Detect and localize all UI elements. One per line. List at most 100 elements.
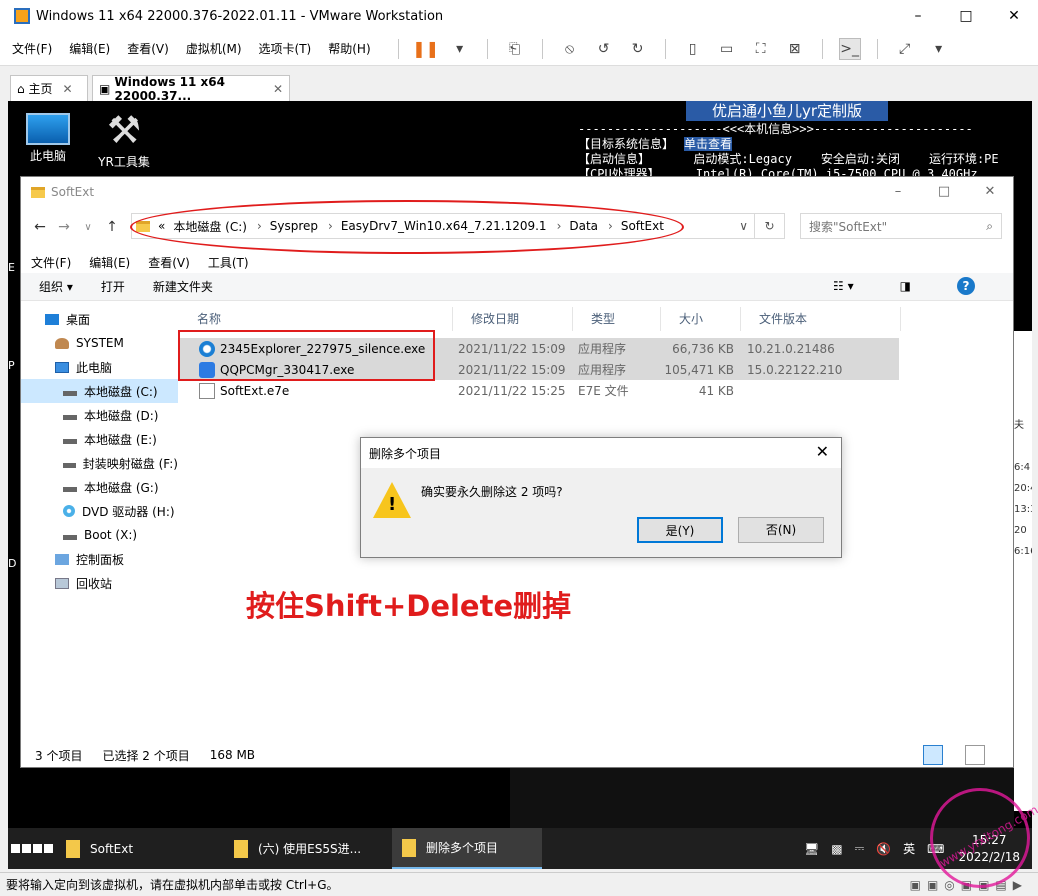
back-arrow-icon[interactable]: ← (31, 219, 49, 235)
nav-item-drive-x[interactable]: Boot (X:) (21, 523, 178, 547)
menu-file[interactable]: 文件(F) (31, 254, 71, 271)
background-window-strip: 夫 6:4 20:4 13:3 20 6:16 (1014, 331, 1032, 811)
desktop-icon-this-pc[interactable]: 此电脑 (8, 101, 88, 164)
menu-vm[interactable]: 虚拟机(M) (186, 40, 242, 57)
menu-view[interactable]: 查看(V) (148, 254, 190, 271)
no-button[interactable]: 否(N) (738, 517, 824, 543)
network-icon[interactable]: 🖥 (804, 842, 819, 856)
column-header-size[interactable]: 大小 (661, 307, 741, 331)
column-header-version[interactable]: 文件版本 (741, 307, 901, 331)
desktop-icon-yr-tools[interactable]: ⚒ YR工具集 (84, 101, 164, 170)
nav-item-drive-f[interactable]: 封装映射磁盘 (F:) (21, 451, 178, 475)
volume-muted-icon[interactable]: 🔇 (876, 842, 891, 856)
color-icon[interactable]: ▩ (831, 842, 842, 856)
menu-tabs[interactable]: 选项卡(T) (259, 40, 312, 57)
search-input[interactable]: 搜索"SoftExt" ⌕ (800, 213, 1002, 239)
taskbar-item-softext[interactable]: SoftExt (56, 828, 224, 869)
close-icon[interactable]: ✕ (816, 442, 829, 461)
view-target-system-link[interactable]: 单击查看 (684, 137, 733, 151)
nav-item-label: 本地磁盘 (G:) (84, 480, 159, 495)
recent-dropdown-icon[interactable]: ∨ (79, 222, 97, 233)
close-button[interactable]: ✕ (990, 0, 1038, 32)
menu-edit[interactable]: 编辑(E) (69, 40, 110, 57)
dropdown-arrow-icon[interactable]: ▾ (928, 38, 950, 60)
large-icons-view-icon[interactable] (965, 745, 985, 765)
revert-snapshot-icon[interactable]: ↺ (593, 38, 615, 60)
snapshot-disabled-icon[interactable]: ⦸ (559, 38, 581, 60)
ime-indicator[interactable]: 英 (903, 840, 915, 857)
nav-item-drive-d[interactable]: 本地磁盘 (D:) (21, 403, 178, 427)
refresh-icon[interactable]: ↻ (755, 213, 785, 239)
tab-windows11[interactable]: ▣ Windows 11 x64 22000.37... ✕ (92, 75, 290, 103)
vmware-tab-strip: ⌂ 主页 ✕ ▣ Windows 11 x64 22000.37... ✕ (0, 67, 1038, 103)
new-folder-button[interactable]: 新建文件夹 (153, 278, 213, 295)
column-header-type[interactable]: 类型 (573, 307, 661, 331)
maximize-button[interactable]: □ (942, 0, 990, 32)
drive-icon (63, 438, 77, 444)
search-icon[interactable]: ⌕ (986, 219, 993, 234)
nav-item-desktop[interactable]: 桌面 (21, 307, 178, 331)
strip-cell (1014, 331, 1032, 352)
open-button[interactable]: 打开 (101, 278, 125, 295)
up-arrow-icon[interactable]: ↑ (103, 219, 121, 235)
user-icon (55, 337, 69, 349)
close-icon[interactable]: ✕ (273, 82, 283, 96)
minimize-button[interactable]: – (875, 177, 921, 207)
organize-button[interactable]: 组织 ▾ (39, 278, 73, 295)
send-ctrl-alt-del-icon[interactable]: ⎗ (504, 38, 526, 60)
nav-item-drive-h[interactable]: DVD 驱动器 (H:) (21, 499, 178, 523)
maximize-button[interactable]: □ (921, 177, 967, 207)
taskbar-item-document[interactable]: (六) 使用ES5S进... (224, 828, 392, 869)
nav-item-drive-c[interactable]: 本地磁盘 (C:) (21, 379, 178, 403)
minimize-button[interactable]: – (894, 0, 942, 32)
file-type: E7E 文件 (578, 384, 629, 398)
chevron-down-icon[interactable]: ∨ (739, 219, 748, 233)
menu-help[interactable]: 帮助(H) (328, 40, 370, 57)
nav-item-control-panel[interactable]: 控制面板 (21, 547, 178, 571)
status-hint: 要将输入定向到该虚拟机，请在虚拟机内部单击或按 Ctrl+G。 (6, 878, 339, 892)
console-view-icon[interactable]: ▭ (716, 38, 738, 60)
close-button[interactable]: ✕ (967, 177, 1013, 207)
forward-arrow-icon[interactable]: → (55, 219, 73, 235)
file-date: 2021/11/22 15:09 (458, 362, 566, 377)
help-icon[interactable]: ? (957, 277, 975, 295)
preview-pane-icon[interactable]: ◨ (900, 279, 911, 293)
start-button[interactable] (8, 828, 56, 869)
file-size: 66,736 KB (672, 341, 734, 356)
table-row[interactable]: SoftExt.e7e 2021/11/22 15:25 E7E 文件 41 K… (179, 380, 899, 401)
column-header-name[interactable]: 名称 (179, 307, 453, 331)
menu-tools[interactable]: 工具(T) (208, 254, 249, 271)
drive-icon (63, 486, 77, 492)
yes-button[interactable]: 是(Y) (637, 517, 723, 543)
vm-icon: ▣ (99, 81, 115, 96)
fullscreen-icon[interactable]: ⛶ (750, 38, 772, 60)
details-view-icon[interactable] (923, 745, 943, 765)
nav-item-drive-g[interactable]: 本地磁盘 (G:) (21, 475, 178, 499)
column-header-date[interactable]: 修改日期 (453, 307, 573, 331)
pause-icon[interactable]: ❚❚ (412, 38, 439, 60)
file-type: 应用程序 (578, 342, 627, 356)
dialog-message: 确实要永久删除这 2 项吗? (421, 485, 563, 499)
menu-file[interactable]: 文件(F) (12, 40, 52, 57)
nav-item-drive-e[interactable]: 本地磁盘 (E:) (21, 427, 178, 451)
desktop-edge-label: P (8, 359, 15, 372)
view-options-icon[interactable]: ☷ ▾ (833, 279, 854, 293)
toolbar-divider (876, 38, 878, 59)
console-line: 【启动信息】 启动模式:Legacy 安全启动:关闭 运行环境:PE (578, 152, 999, 166)
usb-icon[interactable]: ⎓ (855, 841, 865, 856)
nav-item-this-pc[interactable]: 此电脑 (21, 355, 178, 379)
nav-item-system[interactable]: SYSTEM (21, 331, 178, 355)
sidebar-view-icon[interactable]: ▯ (682, 38, 704, 60)
menu-edit[interactable]: 编辑(E) (89, 254, 130, 271)
tab-home[interactable]: ⌂ 主页 ✕ (10, 75, 88, 101)
terminal-icon[interactable]: >_ (838, 37, 861, 60)
stretch-icon[interactable]: ⤢ (894, 38, 916, 60)
nav-item-recycle-bin[interactable]: 回收站 (21, 571, 178, 595)
taskbar-item-delete-dialog[interactable]: 删除多个项目 (392, 828, 542, 869)
dropdown-arrow-icon[interactable]: ▾ (449, 38, 471, 60)
menu-view[interactable]: 查看(V) (127, 40, 169, 57)
pe-banner: 优启通小鱼儿yr定制版 (686, 101, 888, 121)
unity-icon[interactable]: ⊠ (784, 38, 806, 60)
snapshot-manager-icon[interactable]: ↻ (627, 38, 649, 60)
close-icon[interactable]: ✕ (62, 82, 72, 96)
